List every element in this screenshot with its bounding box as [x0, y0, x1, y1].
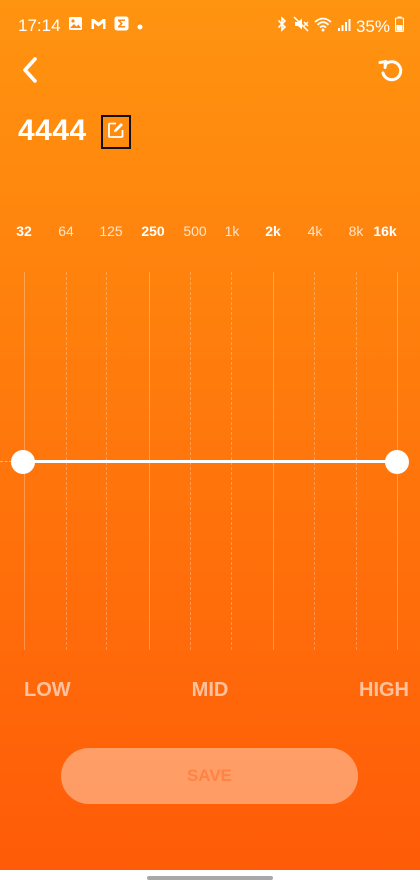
navigation-bar — [0, 870, 420, 887]
preset-name: 4444 — [18, 114, 87, 147]
frequency-label: 16k — [373, 223, 397, 239]
signal-icon — [337, 17, 351, 37]
battery-icon — [394, 16, 405, 37]
frequency-label: 125 — [99, 223, 123, 239]
frequency-label: 1k — [224, 223, 240, 239]
reset-icon — [377, 56, 405, 89]
wifi-icon — [314, 17, 332, 37]
frequency-label: 250 — [141, 223, 165, 239]
eq-curve — [23, 460, 397, 463]
bluetooth-icon — [276, 16, 288, 37]
status-time: 17:14 — [18, 16, 61, 35]
band-label-mid: MID — [191, 679, 229, 701]
high-band-handle[interactable] — [385, 450, 409, 474]
sigma-app-icon — [114, 16, 129, 36]
band-label-high: HIGH — [359, 679, 409, 701]
frequency-label: 500 — [183, 223, 207, 239]
gmail-icon — [90, 16, 107, 36]
status-bar: 17:14 35% — [0, 0, 420, 54]
status-right: 35% — [276, 16, 405, 37]
band-label-low: LOW — [24, 679, 71, 701]
dot-icon — [136, 16, 144, 36]
save-button[interactable]: SAVE — [61, 748, 358, 804]
home-gesture-handle[interactable] — [147, 876, 273, 880]
edit-name-button[interactable] — [101, 115, 131, 149]
back-arrow-icon — [20, 56, 40, 89]
frequency-label: 32 — [16, 223, 32, 239]
gallery-icon — [68, 16, 83, 36]
frequency-label: 64 — [58, 223, 74, 239]
edit-icon — [107, 121, 125, 144]
back-button[interactable] — [14, 56, 46, 88]
status-left: 17:14 — [18, 16, 144, 36]
frequency-label: 4k — [307, 223, 323, 239]
frequency-label: 2k — [265, 223, 281, 239]
equalizer-screen: 17:14 35% 4444 32 64 125 250 500 1k 2k 4… — [0, 0, 420, 887]
battery-percent: 35% — [355, 16, 390, 36]
frequency-label: 8k — [348, 223, 364, 239]
low-band-handle[interactable] — [11, 450, 35, 474]
mute-icon — [293, 16, 309, 37]
reset-button[interactable] — [374, 56, 408, 88]
